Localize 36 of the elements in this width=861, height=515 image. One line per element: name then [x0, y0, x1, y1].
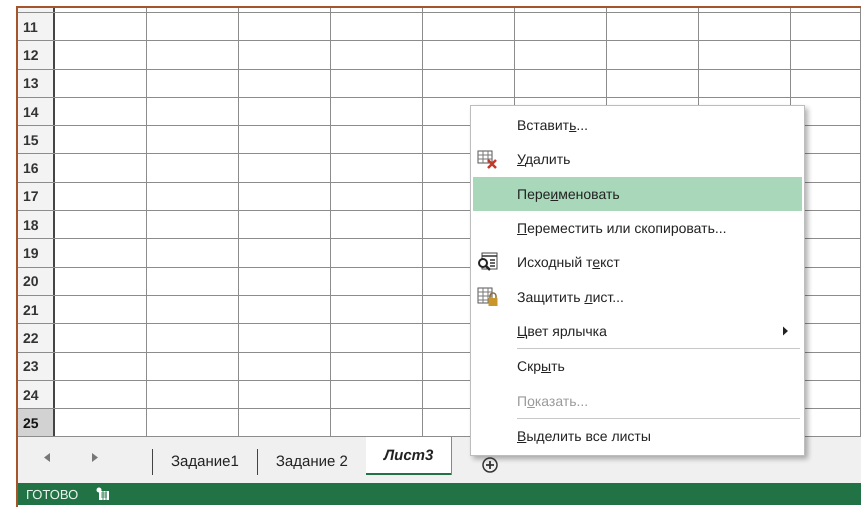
menu-item[interactable]: Удалить [473, 142, 802, 177]
row-header[interactable]: 21 [18, 296, 55, 324]
sheet-tab[interactable]: Задание 2 [258, 443, 366, 480]
row-header[interactable]: 22 [18, 324, 55, 352]
delete-sheet-icon [477, 149, 499, 170]
sheet-tab[interactable]: Задание1 [153, 443, 257, 480]
sheet-tab[interactable]: Лист3 [366, 437, 452, 476]
row-header[interactable]: 12 [18, 41, 55, 69]
menu-item[interactable]: Переместить или скопировать... [473, 210, 802, 246]
menu-item[interactable]: Защитить лист... [473, 279, 802, 314]
row-header[interactable]: 13 [18, 70, 55, 97]
new-sheet-icon[interactable] [482, 457, 498, 473]
lock-sheet-icon [477, 286, 499, 307]
scroll-right-icon[interactable] [92, 453, 98, 462]
row-header[interactable]: 15 [18, 126, 55, 154]
row-header[interactable]: 11 [18, 13, 55, 40]
menu-item[interactable]: Вставить... [473, 108, 802, 142]
row-header[interactable]: 20 [18, 268, 55, 295]
row-header[interactable]: 24 [18, 380, 55, 408]
row-header[interactable]: 14 [18, 98, 55, 126]
row-header[interactable]: 23 [18, 352, 55, 380]
menu-item[interactable]: Скрыть [473, 349, 802, 384]
row-header[interactable]: 16 [18, 154, 55, 182]
row-header[interactable]: 17 [18, 182, 55, 210]
macro-record-icon[interactable] [96, 487, 110, 502]
status-text: ГОТОВО [26, 486, 78, 502]
submenu-arrow-icon [783, 326, 788, 336]
menu-item[interactable]: Переименовать [473, 176, 802, 211]
scroll-left-icon[interactable] [44, 453, 50, 462]
row-header[interactable]: 25 [18, 409, 55, 436]
menu-item[interactable]: Цвет ярлычка [473, 314, 802, 348]
menu-item[interactable]: Исходный текст [473, 245, 802, 280]
row-header[interactable]: 18 [18, 211, 55, 238]
view-code-icon [477, 252, 499, 272]
row-header[interactable]: 19 [18, 239, 55, 267]
menu-item[interactable]: Выделить все листы [473, 418, 802, 453]
